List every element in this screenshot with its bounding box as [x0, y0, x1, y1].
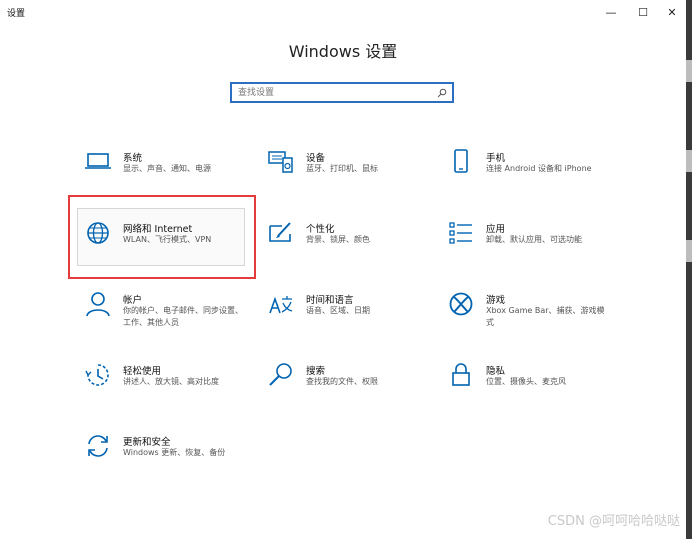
category-title: 网络和 Internet: [123, 224, 193, 235]
category-description: Windows 更新、恢复、备份: [123, 448, 226, 457]
category-description: WLAN、飞行模式、VPN: [123, 235, 212, 244]
category-privacy[interactable]: 隐私 位置、摄像头、麦克风: [448, 362, 618, 420]
category-description: 蓝牙、打印机、鼠标: [306, 164, 378, 173]
category-description: 查找我的文件、权限: [306, 377, 378, 386]
background-window-edge: [686, 0, 692, 539]
monitor-icon: [85, 149, 111, 175]
search-input[interactable]: [232, 84, 434, 101]
category-devices[interactable]: 设备 蓝牙、打印机、鼠标: [268, 149, 438, 207]
category-title: 搜索: [306, 366, 326, 377]
category-title: 个性化: [306, 224, 335, 235]
title-bar: 设置 — ☐ ✕: [0, 0, 686, 24]
category-search[interactable]: 搜索 查找我的文件、权限: [268, 362, 438, 420]
category-title: 应用: [486, 224, 506, 235]
category-description: 背景、锁屏、颜色: [306, 235, 370, 244]
category-time-language[interactable]: 时间和语言 语音、区域、日期: [268, 291, 438, 349]
apps-list-icon: [448, 220, 474, 246]
phone-icon: [448, 149, 474, 175]
time-language-icon: [268, 291, 294, 317]
category-title: 游戏: [486, 295, 506, 306]
category-personalization[interactable]: 个性化 背景、锁屏、颜色: [268, 220, 438, 278]
category-network-internet[interactable]: 网络和 Internet WLAN、飞行模式、VPN: [85, 220, 255, 278]
category-system[interactable]: 系统 显示、声音、通知、电源: [85, 149, 255, 207]
category-title: 手机: [486, 153, 506, 164]
category-title: 时间和语言: [306, 295, 354, 306]
category-description: Xbox Game Bar、捕获、游戏模式: [486, 306, 605, 327]
ease-of-access-icon: [85, 362, 111, 388]
lock-icon: [448, 362, 474, 388]
search-box[interactable]: [230, 82, 454, 103]
category-title: 帐户: [123, 295, 143, 306]
update-icon: [85, 433, 111, 459]
globe-icon: [85, 220, 111, 246]
window-title: 设置: [7, 9, 26, 19]
category-title: 更新和安全: [123, 437, 171, 448]
category-description: 语音、区域、日期: [306, 306, 370, 315]
category-title: 设备: [306, 153, 326, 164]
category-title: 系统: [123, 153, 143, 164]
person-icon: [85, 291, 111, 317]
category-phone[interactable]: 手机 连接 Android 设备和 iPhone: [448, 149, 618, 207]
category-description: 连接 Android 设备和 iPhone: [486, 164, 592, 173]
xbox-icon: [448, 291, 474, 317]
category-apps[interactable]: 应用 卸载、默认应用、可选功能: [448, 220, 618, 278]
maximize-button[interactable]: ☐: [628, 3, 658, 21]
watermark: CSDN @呵呵哈哈哒哒: [547, 514, 680, 529]
page-title: Windows 设置: [288, 42, 398, 61]
category-gaming[interactable]: 游戏 Xbox Game Bar、捕获、游戏模式: [448, 291, 618, 349]
category-description: 讲述人、放大镜、高对比度: [123, 377, 219, 386]
search-icon: [268, 362, 294, 388]
category-ease-of-access[interactable]: 轻松使用 讲述人、放大镜、高对比度: [85, 362, 255, 420]
personalization-icon: [268, 220, 294, 246]
category-description: 显示、声音、通知、电源: [123, 164, 211, 173]
category-update-security[interactable]: 更新和安全 Windows 更新、恢复、备份: [85, 433, 255, 491]
search-icon[interactable]: [434, 85, 450, 101]
close-button[interactable]: ✕: [657, 3, 687, 21]
edge-strip: [686, 150, 692, 172]
category-title: 隐私: [486, 366, 506, 377]
edge-strip: [686, 240, 692, 262]
category-title: 轻松使用: [123, 366, 162, 377]
devices-icon: [268, 149, 294, 175]
minimize-button[interactable]: —: [596, 3, 626, 21]
category-accounts[interactable]: 帐户 你的帐户、电子邮件、同步设置、工作、其他人员: [85, 291, 255, 349]
category-description: 卸载、默认应用、可选功能: [486, 235, 582, 244]
category-description: 你的帐户、电子邮件、同步设置、工作、其他人员: [123, 306, 243, 327]
category-description: 位置、摄像头、麦克风: [486, 377, 566, 386]
edge-strip: [686, 60, 692, 82]
